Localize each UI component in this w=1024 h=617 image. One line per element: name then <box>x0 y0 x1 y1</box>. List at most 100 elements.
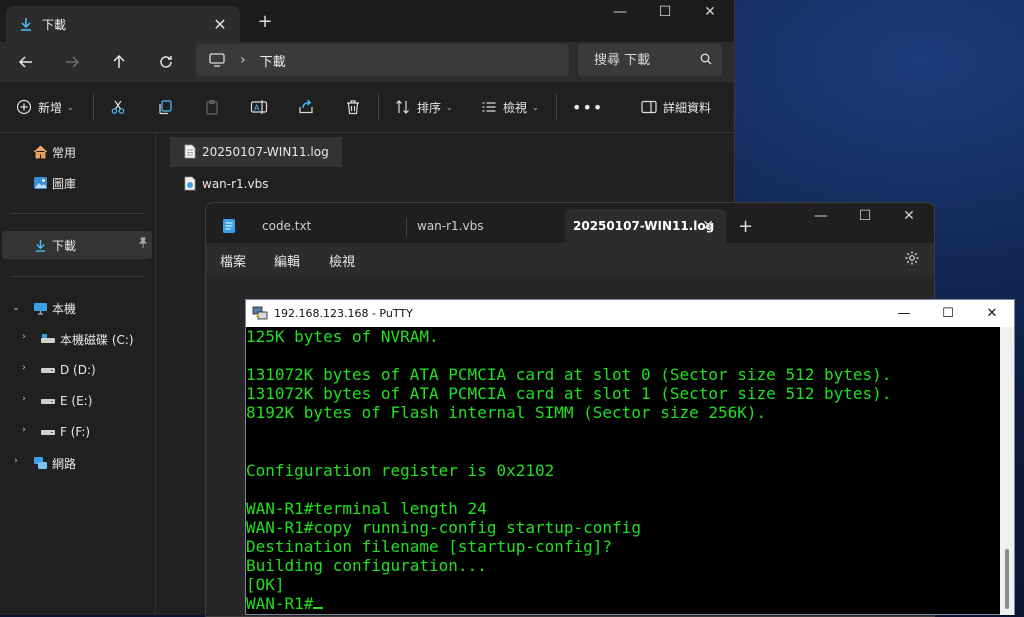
maximize-button[interactable]: ☐ <box>843 203 887 229</box>
up-button[interactable] <box>105 48 133 76</box>
terminal-prompt-line: WAN-R1# <box>246 594 1000 613</box>
close-button[interactable]: ✕ <box>688 0 732 24</box>
system-drive-icon <box>40 331 56 347</box>
maximize-button[interactable]: ☐ <box>643 0 687 24</box>
explorer-tab[interactable]: 下載 ✕ <box>6 6 240 42</box>
more-options-button[interactable]: ••• <box>572 95 603 119</box>
share-button[interactable] <box>298 95 314 119</box>
chevron-right-icon: › <box>240 52 246 68</box>
close-tab-icon[interactable]: ✕ <box>210 14 230 34</box>
terminal-line: Destination filename [startup-config]? <box>246 537 613 557</box>
navigation-pane: 常用 圖庫 下載 ⌄ 本機 › 本機磁碟 (C:) › D (D:) › E (… <box>0 133 156 615</box>
explorer-tab-label: 下載 <box>42 17 67 32</box>
computer-icon <box>32 300 48 316</box>
sidebar-item-gallery[interactable]: 圖庫 <box>32 171 76 195</box>
ellipsis-icon: ••• <box>572 97 604 117</box>
new-button[interactable]: 新增 ⌄ <box>16 95 74 119</box>
minimize-button[interactable]: — <box>799 203 843 229</box>
sidebar-item-home[interactable]: 常用 <box>32 140 76 164</box>
tab-code-txt[interactable]: code.txt <box>246 209 406 243</box>
chevron-right-icon[interactable]: › <box>17 425 31 435</box>
arrow-right-icon <box>66 56 80 68</box>
chevron-right-icon[interactable]: › <box>17 363 31 373</box>
chevron-down-icon: ⌄ <box>67 102 74 112</box>
chevron-right-icon[interactable]: › <box>17 332 31 342</box>
drive-icon <box>40 424 56 440</box>
close-tab-icon[interactable]: ✕ <box>702 218 714 234</box>
vertical-scrollbar[interactable] <box>1000 327 1014 615</box>
download-icon <box>18 16 34 32</box>
terminal-line: 131072K bytes of ATA PCMCIA card at slot… <box>246 365 892 385</box>
terminal-line: 131072K bytes of ATA PCMCIA card at slot… <box>246 384 892 404</box>
maximize-button[interactable]: ☐ <box>926 300 970 327</box>
file-name: wan-r1.vbs <box>202 177 269 191</box>
search-input[interactable] <box>592 51 696 69</box>
file-name: 20250107-WIN11.log <box>202 145 329 159</box>
new-tab-button[interactable]: + <box>738 209 760 243</box>
sort-button[interactable]: 排序 ⌄ <box>395 95 453 119</box>
terminal-line: 8192K bytes of Flash internal SIMM (Sect… <box>246 403 767 423</box>
cut-button[interactable] <box>110 95 126 119</box>
terminal-line: WAN-R1#terminal length 24 <box>246 498 487 518</box>
chevron-down-icon: ⌄ <box>532 102 539 112</box>
refresh-icon <box>160 56 172 68</box>
sidebar-divider <box>10 213 144 214</box>
file-item[interactable]: wan-r1.vbs <box>170 169 274 199</box>
divider <box>378 94 379 120</box>
menu-edit[interactable]: 編輯 <box>274 251 300 270</box>
back-button[interactable] <box>12 48 40 76</box>
sidebar-item-network[interactable]: 網路 <box>32 451 76 475</box>
putty-icon <box>252 305 268 325</box>
gear-icon[interactable] <box>904 250 920 270</box>
sidebar-item-downloads[interactable]: 下載 <box>2 231 152 259</box>
forward-button[interactable] <box>58 48 86 76</box>
list-view-icon <box>482 102 496 112</box>
new-tab-button[interactable]: + <box>254 10 276 32</box>
close-button[interactable]: ✕ <box>887 203 931 229</box>
view-button[interactable]: 檢視 ⌄ <box>481 95 539 119</box>
minimize-button[interactable]: — <box>598 0 642 24</box>
close-button[interactable]: ✕ <box>970 300 1014 327</box>
paste-button[interactable] <box>204 95 220 119</box>
scrollbar-thumb[interactable] <box>1005 549 1009 609</box>
chevron-right-icon[interactable]: › <box>9 456 23 466</box>
putty-title: 192.168.123.168 - PuTTY <box>274 307 413 320</box>
terminal-output[interactable]: 125K bytes of NVRAM. 131072K bytes of AT… <box>246 327 1000 615</box>
notepad-app-icon <box>222 218 236 238</box>
breadcrumb[interactable]: 下載 <box>260 51 286 70</box>
tab-label: wan-r1.vbs <box>417 219 484 233</box>
drive-icon <box>40 393 56 409</box>
details-pane-button[interactable]: 詳細資料 <box>641 95 711 119</box>
notepad-menubar: 檔案 編輯 檢視 <box>206 243 934 275</box>
clipboard-icon <box>206 99 218 115</box>
refresh-button[interactable] <box>152 48 180 76</box>
terminal-line: 125K bytes of NVRAM. <box>246 327 439 346</box>
delete-button[interactable] <box>345 95 361 119</box>
arrow-up-icon <box>113 54 125 68</box>
chevron-right-icon[interactable]: › <box>17 394 31 404</box>
rename-button[interactable]: A <box>250 95 268 119</box>
sidebar-item-drive-f[interactable]: F (F:) <box>40 420 90 444</box>
sidebar-item-drive-c[interactable]: 本機磁碟 (C:) <box>40 327 134 351</box>
minimize-button[interactable]: — <box>882 300 926 327</box>
sidebar-item-this-pc[interactable]: 本機 <box>32 296 76 320</box>
tab-wan-r1-vbs[interactable]: wan-r1.vbs <box>406 209 564 243</box>
sidebar-item-drive-d[interactable]: D (D:) <box>40 358 96 382</box>
home-icon <box>32 144 48 160</box>
copy-button[interactable] <box>157 95 173 119</box>
tab-20250107-win11-log[interactable]: 20250107-WIN11.log ✕ <box>565 209 726 243</box>
address-bar[interactable]: › 下載 <box>196 44 569 76</box>
chevron-down-icon[interactable]: ⌄ <box>9 303 23 313</box>
menu-view[interactable]: 檢視 <box>329 251 355 270</box>
menu-file[interactable]: 檔案 <box>220 251 246 270</box>
explorer-navbar: › 下載 <box>0 42 734 82</box>
search-box[interactable] <box>578 44 722 76</box>
command-bar: 新增 ⌄ A 排序 ⌄ 檢視 ⌄ ••• 詳細資料 <box>0 82 734 133</box>
sidebar-item-drive-e[interactable]: E (E:) <box>40 389 92 413</box>
sidebar-item-label: D (D:) <box>60 363 96 377</box>
putty-window: 192.168.123.168 - PuTTY — ☐ ✕ 125K bytes… <box>245 299 1015 615</box>
pin-icon[interactable] <box>138 237 148 252</box>
file-item[interactable]: 20250107-WIN11.log <box>170 137 342 167</box>
